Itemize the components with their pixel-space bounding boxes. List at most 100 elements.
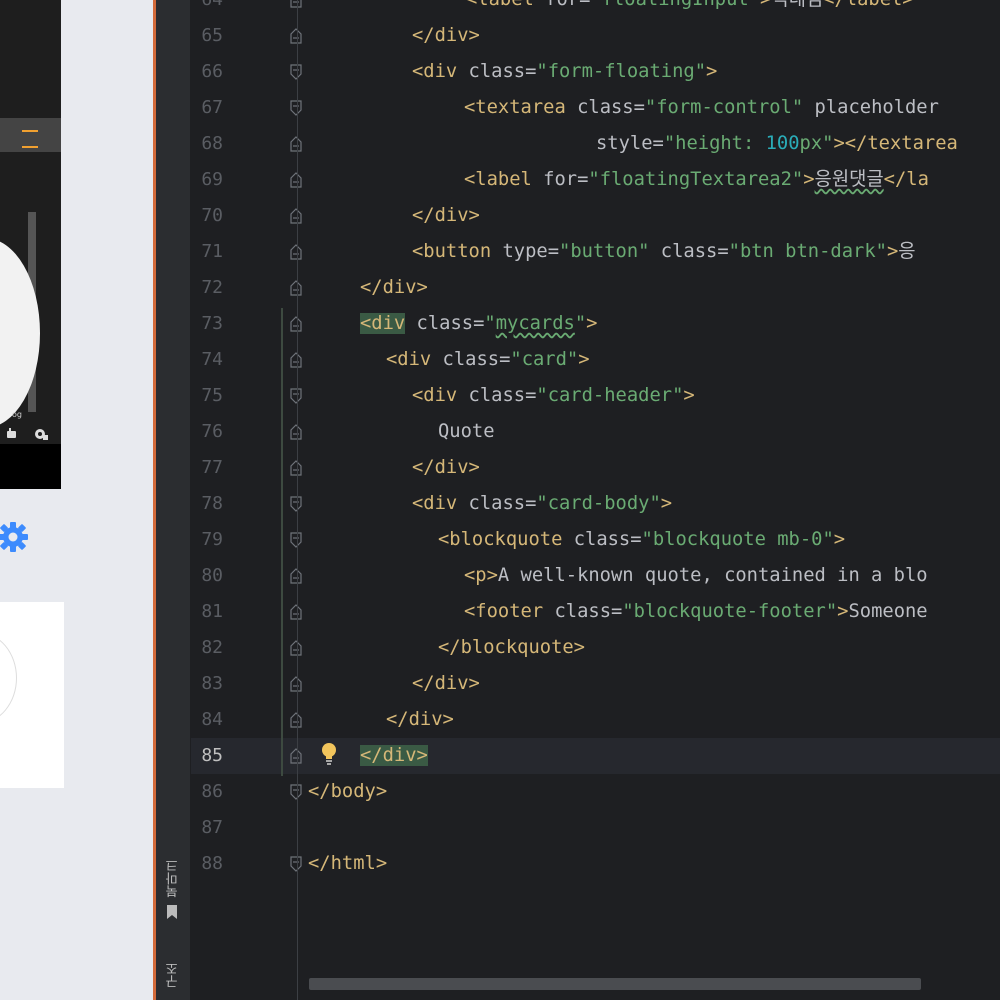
- browser-preview-panel: og: [0, 0, 153, 1000]
- code-line[interactable]: 79 <blockquote class="blockquote mb-0">: [191, 522, 1000, 558]
- preview-menu-line: [22, 130, 38, 132]
- fold-marker-icon[interactable]: [290, 280, 302, 296]
- code-line[interactable]: 68 style="height: 100px"></textarea: [191, 126, 1000, 162]
- fold-marker-icon[interactable]: [290, 784, 302, 800]
- code-text: </div>: [360, 277, 428, 298]
- code-line[interactable]: 66 <div class="form-floating">: [191, 54, 1000, 90]
- code-text: <blockquote class="blockquote mb-0">: [438, 529, 846, 550]
- bookmark-icon[interactable]: [166, 905, 178, 919]
- bookmarks-tool-button[interactable]: 북마크: [164, 838, 183, 898]
- fold-marker-icon[interactable]: [290, 460, 302, 476]
- fold-marker-icon[interactable]: [290, 568, 302, 584]
- code-text: </div>: [360, 745, 428, 766]
- code-text: <div class="form-floating">: [412, 61, 718, 82]
- code-line[interactable]: 83 </div>: [191, 666, 1000, 702]
- line-number: 70: [201, 205, 223, 226]
- code-line[interactable]: 80 <p>A well-known quote, contained in a …: [191, 558, 1000, 594]
- line-number: 88: [201, 853, 223, 874]
- line-number: 66: [201, 61, 223, 82]
- preview-menu-line: [22, 146, 38, 148]
- fold-marker-icon[interactable]: [290, 136, 302, 152]
- line-number: 84: [201, 709, 223, 730]
- fold-marker-icon[interactable]: [290, 316, 302, 332]
- fold-marker-icon[interactable]: [290, 0, 302, 8]
- code-line[interactable]: 74 <div class="card">: [191, 342, 1000, 378]
- lightbulb-icon[interactable]: [320, 742, 338, 766]
- code-text: </blockquote>: [438, 637, 585, 658]
- code-text: <p>A well-known quote, contained in a bl…: [464, 565, 928, 586]
- code-line[interactable]: 87: [191, 810, 1000, 846]
- code-text: Quote: [438, 421, 495, 442]
- line-number: 83: [201, 673, 223, 694]
- fold-marker-icon[interactable]: [290, 172, 302, 188]
- fold-marker-icon[interactable]: [290, 100, 302, 116]
- code-line[interactable]: 72 </div>: [191, 270, 1000, 306]
- line-number: 73: [201, 313, 223, 334]
- code-line[interactable]: 81 <footer class="blockquote-footer">Some…: [191, 594, 1000, 630]
- webpage-preview: og: [0, 0, 61, 489]
- code-line[interactable]: 65 </div>: [191, 18, 1000, 54]
- fold-marker-icon[interactable]: [290, 856, 302, 872]
- fold-marker-icon[interactable]: [290, 352, 302, 368]
- preview-footer: [0, 444, 61, 489]
- horizontal-scrollbar-thumb[interactable]: [309, 978, 921, 990]
- fold-guide: [297, 0, 298, 1000]
- code-text: <div class="card-header">: [412, 385, 695, 406]
- code-line[interactable]: 71 <button type="button" class="btn btn-d…: [191, 234, 1000, 270]
- fold-marker-icon[interactable]: [290, 532, 302, 548]
- fold-marker-icon[interactable]: [290, 748, 302, 764]
- code-line[interactable]: 82 </blockquote>: [191, 630, 1000, 666]
- fold-marker-icon[interactable]: [290, 28, 302, 44]
- line-number: 78: [201, 493, 223, 514]
- code-text: <div class="card">: [386, 349, 590, 370]
- code-line[interactable]: 75 <div class="card-header">: [191, 378, 1000, 414]
- code-text: </div>: [412, 673, 480, 694]
- code-line[interactable]: 78 <div class="card-body">: [191, 486, 1000, 522]
- code-line[interactable]: 70 </div>: [191, 198, 1000, 234]
- line-number: 71: [201, 241, 223, 262]
- code-text: </body>: [308, 781, 388, 802]
- fold-marker-icon[interactable]: [290, 712, 302, 728]
- fold-marker-icon[interactable]: [290, 64, 302, 80]
- fold-marker-icon[interactable]: [290, 208, 302, 224]
- code-line[interactable]: 69 <label for="floatingTextarea2">응원댓글</l…: [191, 162, 1000, 198]
- code-line[interactable]: 76 Quote: [191, 414, 1000, 450]
- code-line[interactable]: 64 <label for="floatingInput">닉네임</label>: [191, 0, 1000, 18]
- fold-marker-icon[interactable]: [290, 388, 302, 404]
- code-line[interactable]: 88 </html>: [191, 846, 1000, 882]
- line-number: 86: [201, 781, 223, 802]
- fold-marker-icon[interactable]: [290, 424, 302, 440]
- fold-marker-icon[interactable]: [290, 640, 302, 656]
- code-text: </div>: [412, 457, 480, 478]
- gear-icon[interactable]: [0, 520, 30, 554]
- code-text: </html>: [308, 853, 388, 874]
- fold-marker-icon[interactable]: [290, 244, 302, 260]
- line-number: 74: [201, 349, 223, 370]
- code-line[interactable]: 77 </div>: [191, 450, 1000, 486]
- code-editor[interactable]: 64 <label for="floatingInput">닉네임</label>…: [191, 0, 1000, 1000]
- code-text: <label for="floatingInput">닉네임</label>: [466, 0, 914, 18]
- code-text: </div>: [386, 709, 454, 730]
- code-text: <div class="card-body">: [412, 493, 673, 514]
- code-text: <div class="mycards">: [360, 313, 598, 334]
- line-number: 68: [201, 133, 223, 154]
- code-line[interactable]: 85 </div>: [191, 738, 1000, 774]
- preview-card: [0, 602, 64, 788]
- line-number: 76: [201, 421, 223, 442]
- fold-marker-icon[interactable]: [290, 676, 302, 692]
- structure-tool-button[interactable]: 구조: [164, 948, 183, 988]
- line-number: 80: [201, 565, 223, 586]
- code-line[interactable]: 67 <textarea class="form-control" placeho…: [191, 90, 1000, 126]
- code-line[interactable]: 84 </div>: [191, 702, 1000, 738]
- line-number: 87: [201, 817, 223, 838]
- preview-text: og: [12, 410, 22, 419]
- fold-marker-icon[interactable]: [290, 604, 302, 620]
- preview-hand-icon: [7, 428, 16, 438]
- code-line[interactable]: 73 <div class="mycards">: [191, 306, 1000, 342]
- fold-marker-icon[interactable]: [290, 496, 302, 512]
- code-text: <label for="floatingTextarea2">응원댓글</la: [464, 169, 929, 190]
- code-text: </div>: [412, 205, 480, 226]
- code-text: <footer class="blockquote-footer">Someon…: [464, 601, 928, 622]
- line-number: 82: [201, 637, 223, 658]
- code-line[interactable]: 86 </body>: [191, 774, 1000, 810]
